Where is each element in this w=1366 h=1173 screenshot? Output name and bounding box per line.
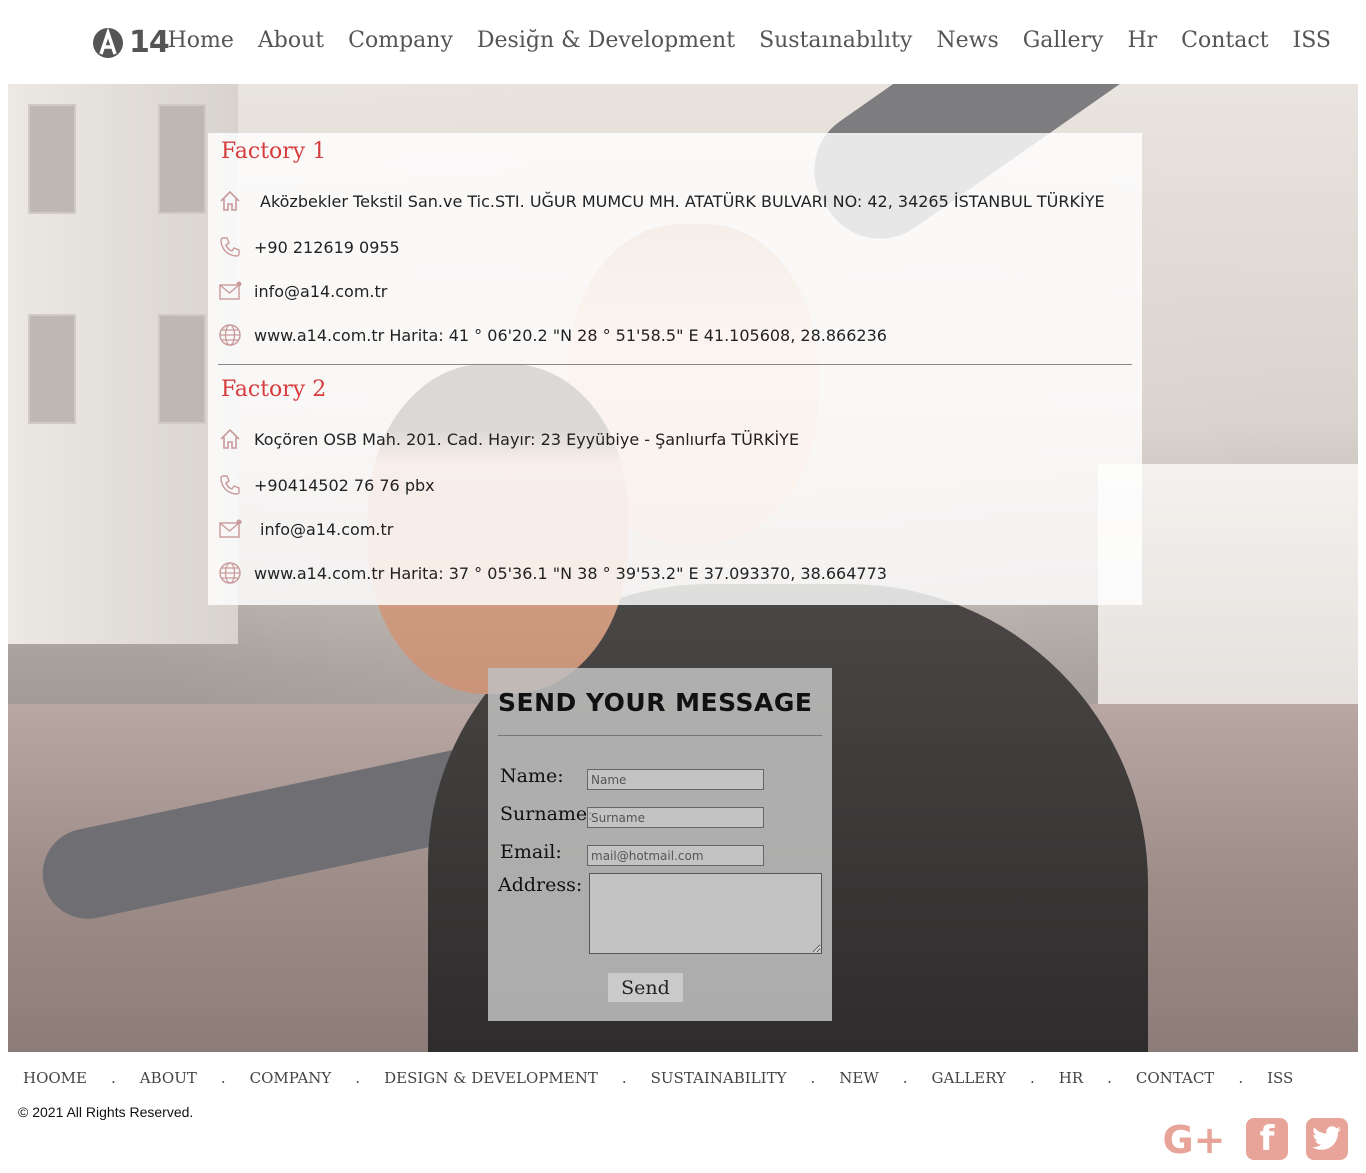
factory-1-address: Aközbekler Tekstil San.ve Tic.STI. UĞUR … xyxy=(260,191,1105,211)
surname-label: Surname: xyxy=(500,803,594,825)
nav-news[interactable]: News xyxy=(936,28,998,53)
footer-separator: . xyxy=(902,1069,908,1087)
factory-1-web-row: www.a14.com.tr Harita: 41 ° 06'20.2 "N 2… xyxy=(218,323,887,347)
factory-2-address-row: Koçören OSB Mah. 201. Cad. Hayır: 23 Eyy… xyxy=(218,427,799,451)
footer-nav-about[interactable]: ABOUT xyxy=(140,1069,197,1087)
building-left xyxy=(8,84,238,644)
factory-1-address-row: Aközbekler Tekstil San.ve Tic.STI. UĞUR … xyxy=(218,189,1105,213)
footer-nav-new[interactable]: NEW xyxy=(839,1069,879,1087)
form-divider xyxy=(498,735,822,736)
factory-2-address: Koçören OSB Mah. 201. Cad. Hayır: 23 Eyy… xyxy=(254,429,800,449)
footer-separator: . xyxy=(810,1069,816,1087)
factory-info-panel: Factory 1 Aközbekler Tekstil San.ve Tic.… xyxy=(208,133,1142,605)
footer-separator: . xyxy=(220,1069,226,1087)
nav-design-development[interactable]: Desiğn & Development xyxy=(477,28,735,53)
factory-2-phone-row: +90414502 76 76 pbx xyxy=(218,473,435,497)
factory-1-phone: +90 212619 0955 xyxy=(254,237,400,257)
home-icon xyxy=(220,190,240,211)
site-header: 14 Home About Company Desiğn & Developme… xyxy=(0,0,1366,84)
facebook-icon[interactable]: f xyxy=(1246,1118,1288,1160)
name-input[interactable] xyxy=(587,769,764,790)
nav-home[interactable]: Home xyxy=(168,28,234,53)
footer-nav: HOOME . ABOUT . COMPANY . DESIGN & DEVEL… xyxy=(23,1069,1293,1087)
footer-nav-design-development[interactable]: DESIGN & DEVELOPMENT xyxy=(384,1069,598,1087)
email-label: Email: xyxy=(500,841,562,863)
phone-icon xyxy=(220,237,240,257)
nav-company[interactable]: Company xyxy=(348,28,453,53)
footer-nav-iss[interactable]: ISS xyxy=(1267,1069,1293,1087)
send-button[interactable]: Send xyxy=(608,973,683,1002)
nav-iss[interactable]: ISS xyxy=(1293,28,1331,53)
mail-icon xyxy=(219,281,242,300)
twitter-icon[interactable] xyxy=(1306,1118,1348,1160)
footer-nav-gallery[interactable]: GALLERY xyxy=(932,1069,1006,1087)
main-nav: Home About Company Desiğn & Development … xyxy=(144,28,1331,53)
factory-1-title: Factory 1 xyxy=(221,139,327,164)
footer-separator: . xyxy=(1029,1069,1035,1087)
nav-contact[interactable]: Contact xyxy=(1181,28,1268,53)
footer-nav-company[interactable]: COMPANY xyxy=(250,1069,332,1087)
home-icon xyxy=(220,428,240,449)
message-form: SEND YOUR MESSAGE Name: Surname: Email: … xyxy=(488,668,832,1021)
factory-2-web[interactable]: www.a14.com.tr Harita: 37 ° 05'36.1 "N 3… xyxy=(254,564,887,583)
factory-1-email-row: info@a14.com.tr xyxy=(218,279,387,303)
address-label: Address: xyxy=(498,874,583,896)
globe-icon xyxy=(219,562,241,584)
factory-1-web[interactable]: www.a14.com.tr Harita: 41 ° 06'20.2 "N 2… xyxy=(254,326,887,345)
footer-separator: . xyxy=(1238,1069,1244,1087)
factory-2-phone: +90414502 76 76 pbx xyxy=(254,475,435,495)
globe-icon xyxy=(219,324,241,346)
factory-2-title: Factory 2 xyxy=(221,377,327,402)
footer-separator: . xyxy=(621,1069,627,1087)
factory-1-email[interactable]: info@a14.com.tr xyxy=(254,282,387,301)
factory-divider xyxy=(218,364,1132,365)
mail-icon xyxy=(219,519,242,538)
footer-nav-home[interactable]: HOOME xyxy=(23,1069,87,1087)
factory-1-phone-row: +90 212619 0955 xyxy=(218,235,400,259)
footer-separator: . xyxy=(1107,1069,1112,1087)
footer-nav-contact[interactable]: CONTACT xyxy=(1136,1069,1214,1087)
factory-2-web-row: www.a14.com.tr Harita: 37 ° 05'36.1 "N 3… xyxy=(218,561,887,585)
copyright: © 2021 All Rights Reserved. xyxy=(18,1104,194,1120)
address-textarea[interactable] xyxy=(589,873,822,954)
nav-about[interactable]: About xyxy=(258,28,324,53)
name-label: Name: xyxy=(500,765,564,787)
surname-input[interactable] xyxy=(587,807,764,828)
nav-hr[interactable]: Hr xyxy=(1127,28,1157,53)
email-input[interactable] xyxy=(587,845,764,866)
twitter-bird-icon xyxy=(1312,1126,1341,1150)
nav-sustainability[interactable]: Sustaınabılıty xyxy=(759,28,912,53)
google-plus-icon[interactable]: G+ xyxy=(1162,1118,1226,1162)
nav-gallery[interactable]: Gallery xyxy=(1023,28,1104,53)
phone-icon xyxy=(220,475,240,495)
footer-separator: . xyxy=(355,1069,361,1087)
factory-2-email-row: info@a14.com.tr xyxy=(218,517,393,541)
footer-nav-sustainability[interactable]: SUSTAINABILITY xyxy=(651,1069,787,1087)
footer-separator: . xyxy=(110,1069,116,1087)
footer-nav-hr[interactable]: HR xyxy=(1059,1069,1083,1087)
factory-2-email[interactable]: info@a14.com.tr xyxy=(260,520,393,539)
form-title: SEND YOUR MESSAGE xyxy=(498,688,813,717)
